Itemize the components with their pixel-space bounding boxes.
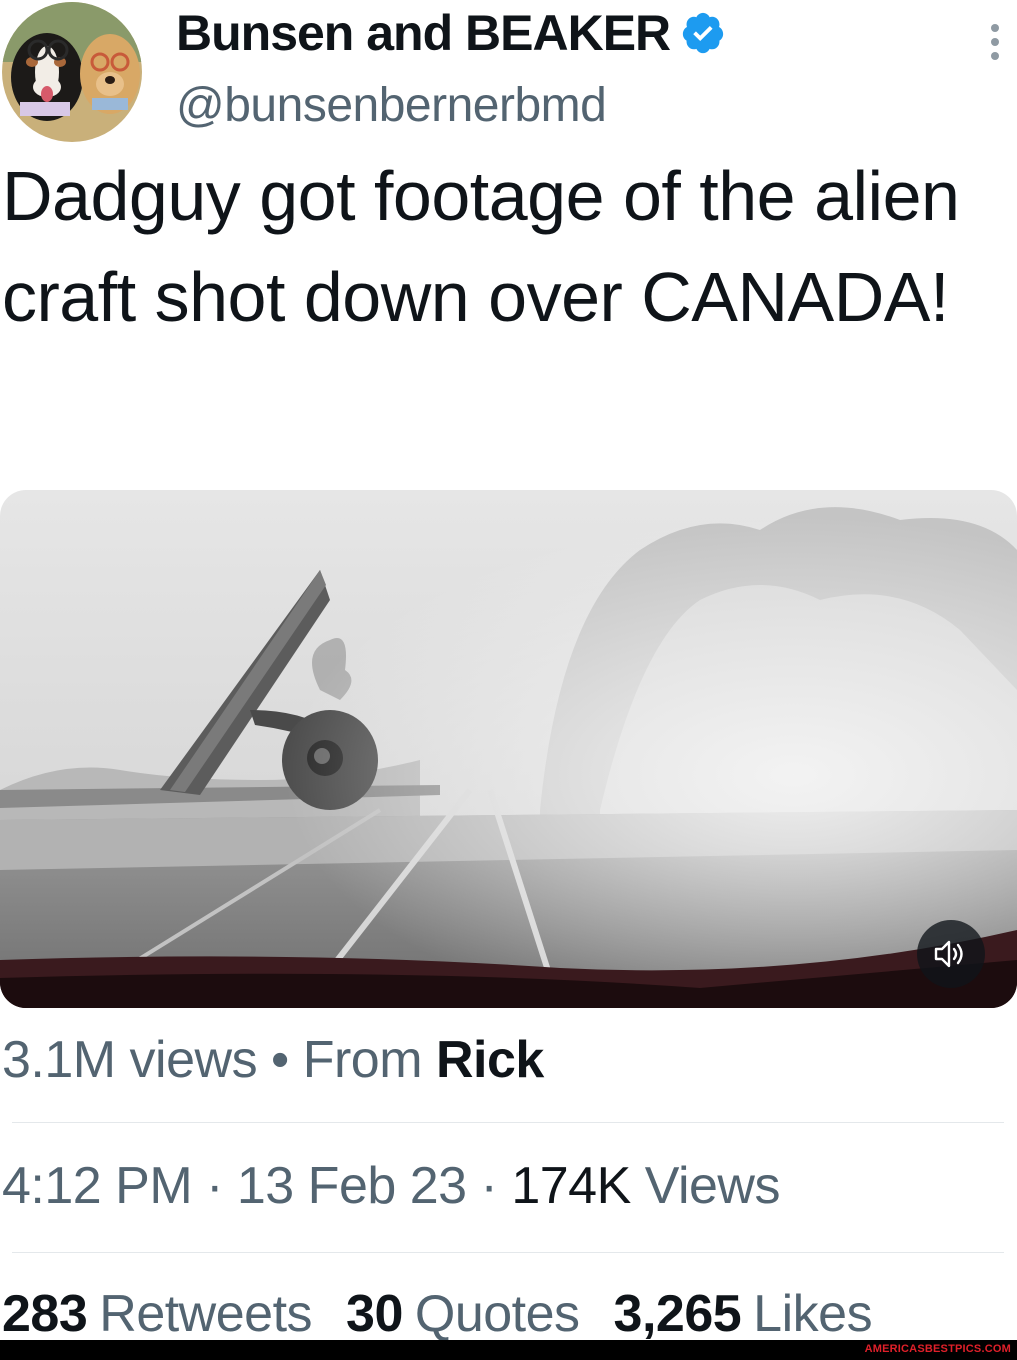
- video-frame: [0, 490, 1017, 1008]
- tweet-time[interactable]: 4:12 PM: [2, 1157, 193, 1215]
- from-name-link[interactable]: Rick: [436, 1031, 544, 1089]
- dot-separator: ·: [480, 1157, 498, 1215]
- vertical-dots-icon: [991, 24, 999, 60]
- speaker-icon: [934, 940, 963, 968]
- tweet-header: Bunsen and BEAKER @bunsenbernerbmd: [0, 0, 1017, 150]
- mute-toggle-button[interactable]: [917, 920, 985, 988]
- divider: [12, 1252, 1004, 1253]
- more-options-button[interactable]: [983, 18, 1007, 66]
- retweets-stat[interactable]: 283 Retweets: [2, 1284, 313, 1344]
- dot-separator: ·: [206, 1157, 223, 1215]
- quotes-stat[interactable]: 30 Quotes: [346, 1284, 580, 1344]
- display-name[interactable]: Bunsen and BEAKER: [176, 4, 671, 62]
- retweets-label: Retweets: [99, 1285, 313, 1343]
- video-player[interactable]: [0, 490, 1017, 1008]
- video-views: 3.1M views: [2, 1031, 258, 1089]
- tweet-meta: 4:12 PM · 13 Feb 23 · 174K Views: [2, 1156, 781, 1216]
- bullet-separator: •: [271, 1031, 289, 1089]
- watermark-text: AMERICASBESTPICS.COM: [864, 1343, 1011, 1355]
- divider: [12, 1122, 1004, 1123]
- avatar[interactable]: [2, 2, 142, 142]
- quotes-label: Quotes: [414, 1285, 580, 1343]
- author-handle[interactable]: @bunsenbernerbmd: [176, 78, 607, 133]
- engagement-stats: 283 Retweets 30 Quotes 3,265 Likes: [2, 1284, 873, 1344]
- likes-stat[interactable]: 3,265 Likes: [614, 1284, 873, 1344]
- video-attribution: 3.1M views • From Rick: [2, 1030, 544, 1090]
- dogs-avatar-icon: [2, 2, 142, 142]
- display-name-row: Bunsen and BEAKER: [176, 2, 726, 64]
- retweets-count: 283: [2, 1285, 88, 1343]
- likes-label: Likes: [753, 1285, 873, 1343]
- verified-badge-icon: [683, 12, 724, 54]
- views-count: 174K: [511, 1157, 631, 1215]
- from-label: From: [302, 1031, 423, 1089]
- quotes-count: 30: [346, 1285, 403, 1343]
- likes-count: 3,265: [613, 1285, 742, 1343]
- tweet-date[interactable]: 13 Feb 23: [237, 1157, 467, 1215]
- tweet-text: Dadguy got footage of the alien craft sh…: [2, 157, 960, 336]
- views-label: Views: [644, 1157, 781, 1215]
